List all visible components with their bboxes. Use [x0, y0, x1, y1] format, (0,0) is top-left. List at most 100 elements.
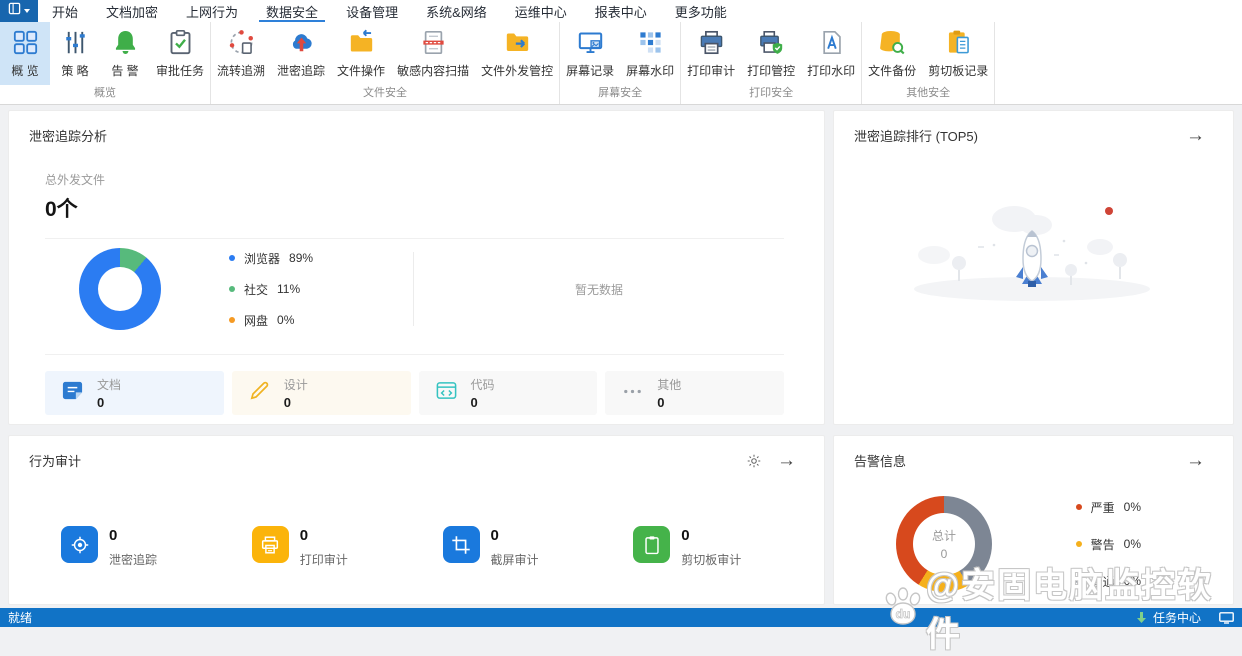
flow-trace-icon — [228, 29, 255, 56]
legend-label: 普通 — [1090, 574, 1115, 589]
ribbon-button-policy[interactable]: 策 略 — [50, 22, 100, 85]
ribbon-button-print-audit[interactable]: 打印审计 — [681, 22, 741, 85]
tab-report-center[interactable]: 报表中心 — [581, 0, 661, 22]
tab-more-features[interactable]: 更多功能 — [661, 0, 741, 22]
tab-device-management[interactable]: 设备管理 — [332, 0, 412, 22]
ribbon-button-sensitive-scan[interactable]: 敏感内容扫描 — [391, 22, 475, 85]
print-audit-icon — [698, 29, 725, 56]
ribbon-button-approval-tasks[interactable]: 审批任务 — [150, 22, 210, 85]
ribbon-button-file-outgoing-control[interactable]: 文件外发管控 — [475, 22, 559, 85]
card-leak-ranking: 泄密追踪排行 (TOP5) → — [833, 110, 1234, 425]
stat-print-audit: 0 打印审计 — [251, 526, 443, 568]
policy-sliders-icon — [62, 29, 89, 56]
card-title: 告警信息 — [854, 454, 907, 469]
alarm-bell-icon — [112, 29, 139, 56]
document-icon — [61, 379, 84, 407]
tile-design: 设计 0 — [231, 371, 411, 415]
ribbon-button-screen-record[interactable]: 屏幕记录 — [560, 22, 620, 85]
ribbon-group-print-security: 打印审计 打印管控 打印水印 打印安全 — [681, 22, 863, 104]
legend-value: 0% — [1123, 537, 1141, 551]
tab-document-encryption[interactable]: 文档加密 — [92, 0, 172, 22]
target-icon — [61, 526, 98, 563]
status-ready-text: 就绪 — [8, 611, 33, 625]
ribbon-group-other-security: 文件备份 剪切板记录 其他安全 — [862, 22, 996, 104]
ribbon-button-overview[interactable]: 概 览 — [0, 22, 50, 85]
tab-system-network[interactable]: 系统&网络 — [412, 0, 501, 22]
alerts-donut-chart: 总计 0 — [896, 496, 992, 592]
legend-label: 警告 — [1090, 537, 1115, 552]
ribbon-button-clipboard-record[interactable]: 剪切板记录 — [922, 22, 994, 85]
clipboard-icon — [633, 526, 671, 563]
divider — [45, 354, 784, 355]
monitor-icon[interactable] — [1219, 611, 1234, 624]
legend-value: 0% — [277, 313, 295, 327]
legend-value: 0% — [1123, 500, 1141, 514]
tile-others: 其他 0 — [605, 371, 784, 415]
alerts-legend: 严重 0% 警告 0% 普通 0% — [1075, 499, 1141, 590]
tab-internet-behavior[interactable]: 上网行为 — [172, 0, 252, 22]
ribbon-group-label: 文件安全 — [363, 87, 408, 99]
ribbon-button-file-operations[interactable]: 文件操作 — [331, 22, 391, 85]
ribbon-group-label: 打印安全 — [749, 87, 794, 99]
legend-item: 社交 11% — [229, 281, 313, 298]
legend-dot — [229, 317, 235, 323]
alerts-total-label: 总计 — [931, 529, 956, 543]
design-pencil-icon — [248, 379, 271, 407]
ribbon-group-label: 其他安全 — [906, 87, 951, 99]
ribbon-button-flow-trace[interactable]: 流转追溯 — [211, 22, 271, 85]
card-leak-analysis: 泄密追踪分析 总外发文件 0个 浏览器 89% 社交 11% 网盘 0% 暂无数… — [8, 110, 825, 425]
download-arrow-icon — [1136, 611, 1147, 624]
legend-dot — [229, 286, 235, 292]
status-bar: 就绪 任务中心 — [0, 608, 1242, 627]
legend-item: 网盘 0% — [229, 312, 313, 329]
gear-icon[interactable] — [746, 453, 762, 469]
arrow-right-icon[interactable]: → — [1186, 126, 1205, 145]
ribbon-button-print-watermark[interactable]: 打印水印 — [801, 22, 861, 85]
ribbon-group-file-security: 流转追溯 泄密追踪 文件操作 敏感内容扫描 文件外发管控 文件安全 — [211, 22, 561, 104]
channel-donut-chart — [79, 248, 161, 330]
ribbon-button-alarm[interactable]: 告 警 — [100, 22, 150, 85]
stat-clipboard-audit: 0 剪切板审计 — [633, 526, 824, 568]
code-window-icon — [435, 379, 458, 407]
task-center-button[interactable]: 任务中心 — [1153, 609, 1201, 626]
total-outgoing-files-label: 总外发文件 — [45, 173, 106, 187]
ribbon-button-print-control[interactable]: 打印管控 — [741, 22, 801, 85]
overview-grid-icon — [12, 29, 39, 56]
tile-code: 代码 0 — [418, 371, 598, 415]
channel-legend: 浏览器 89% 社交 11% 网盘 0% — [229, 250, 313, 329]
app-menu-button[interactable] — [0, 0, 38, 22]
stat-leak-trace: 0 泄密追踪 — [61, 526, 252, 568]
clipboard-record-icon — [945, 29, 972, 56]
tile-documents: 文档 0 — [45, 371, 224, 415]
card-title: 泄密追踪分析 — [29, 129, 108, 144]
print-control-shield-icon — [758, 29, 785, 56]
ribbon-group-overview: 概 览 策 略 告 警 审批任务 概览 — [0, 22, 212, 104]
tab-data-security[interactable]: 数据安全 — [252, 0, 332, 22]
caret-down-icon — [24, 9, 30, 13]
screen-watermark-icon — [637, 29, 664, 56]
card-behavior-audit: 行为审计 → 0 泄密追踪 0 打印审计 0 截屏审计 0 剪切板审计 — [8, 435, 825, 605]
sensitive-scan-icon — [420, 29, 447, 56]
total-outgoing-files-value: 0个 — [45, 198, 78, 221]
arrow-right-icon[interactable]: → — [777, 451, 796, 470]
tab-home[interactable]: 开始 — [38, 0, 92, 22]
legend-value: 0% — [1123, 574, 1141, 588]
category-tiles: 文档 0 设计 0 代码 0 其他 0 — [45, 371, 784, 415]
legend-item: 警告 0% — [1075, 536, 1141, 553]
card-title: 泄密追踪排行 (TOP5) — [854, 129, 978, 144]
screen-record-icon — [577, 29, 604, 56]
legend-dot — [1075, 504, 1082, 510]
printer-icon — [251, 526, 289, 563]
tab-ops-center[interactable]: 运维中心 — [501, 0, 581, 22]
ribbon-button-leak-trace[interactable]: 泄密追踪 — [271, 22, 331, 85]
ribbon-toolbar: 概 览 策 略 告 警 审批任务 概览 流转追溯 泄密追踪 文件操作 敏感内容扫… — [0, 22, 1242, 105]
app-window-icon — [8, 2, 21, 20]
legend-item: 普通 0% — [1075, 573, 1141, 590]
ribbon-button-screen-watermark[interactable]: 屏幕水印 — [620, 22, 680, 85]
ribbon-button-file-backup[interactable]: 文件备份 — [862, 22, 922, 85]
legend-value: 89% — [289, 251, 314, 265]
arrow-right-icon[interactable]: → — [1186, 451, 1205, 470]
dashboard-content: 泄密追踪分析 总外发文件 0个 浏览器 89% 社交 11% 网盘 0% 暂无数… — [0, 106, 1242, 608]
legend-item: 严重 0% — [1075, 499, 1141, 516]
card-title: 行为审计 — [29, 454, 82, 469]
